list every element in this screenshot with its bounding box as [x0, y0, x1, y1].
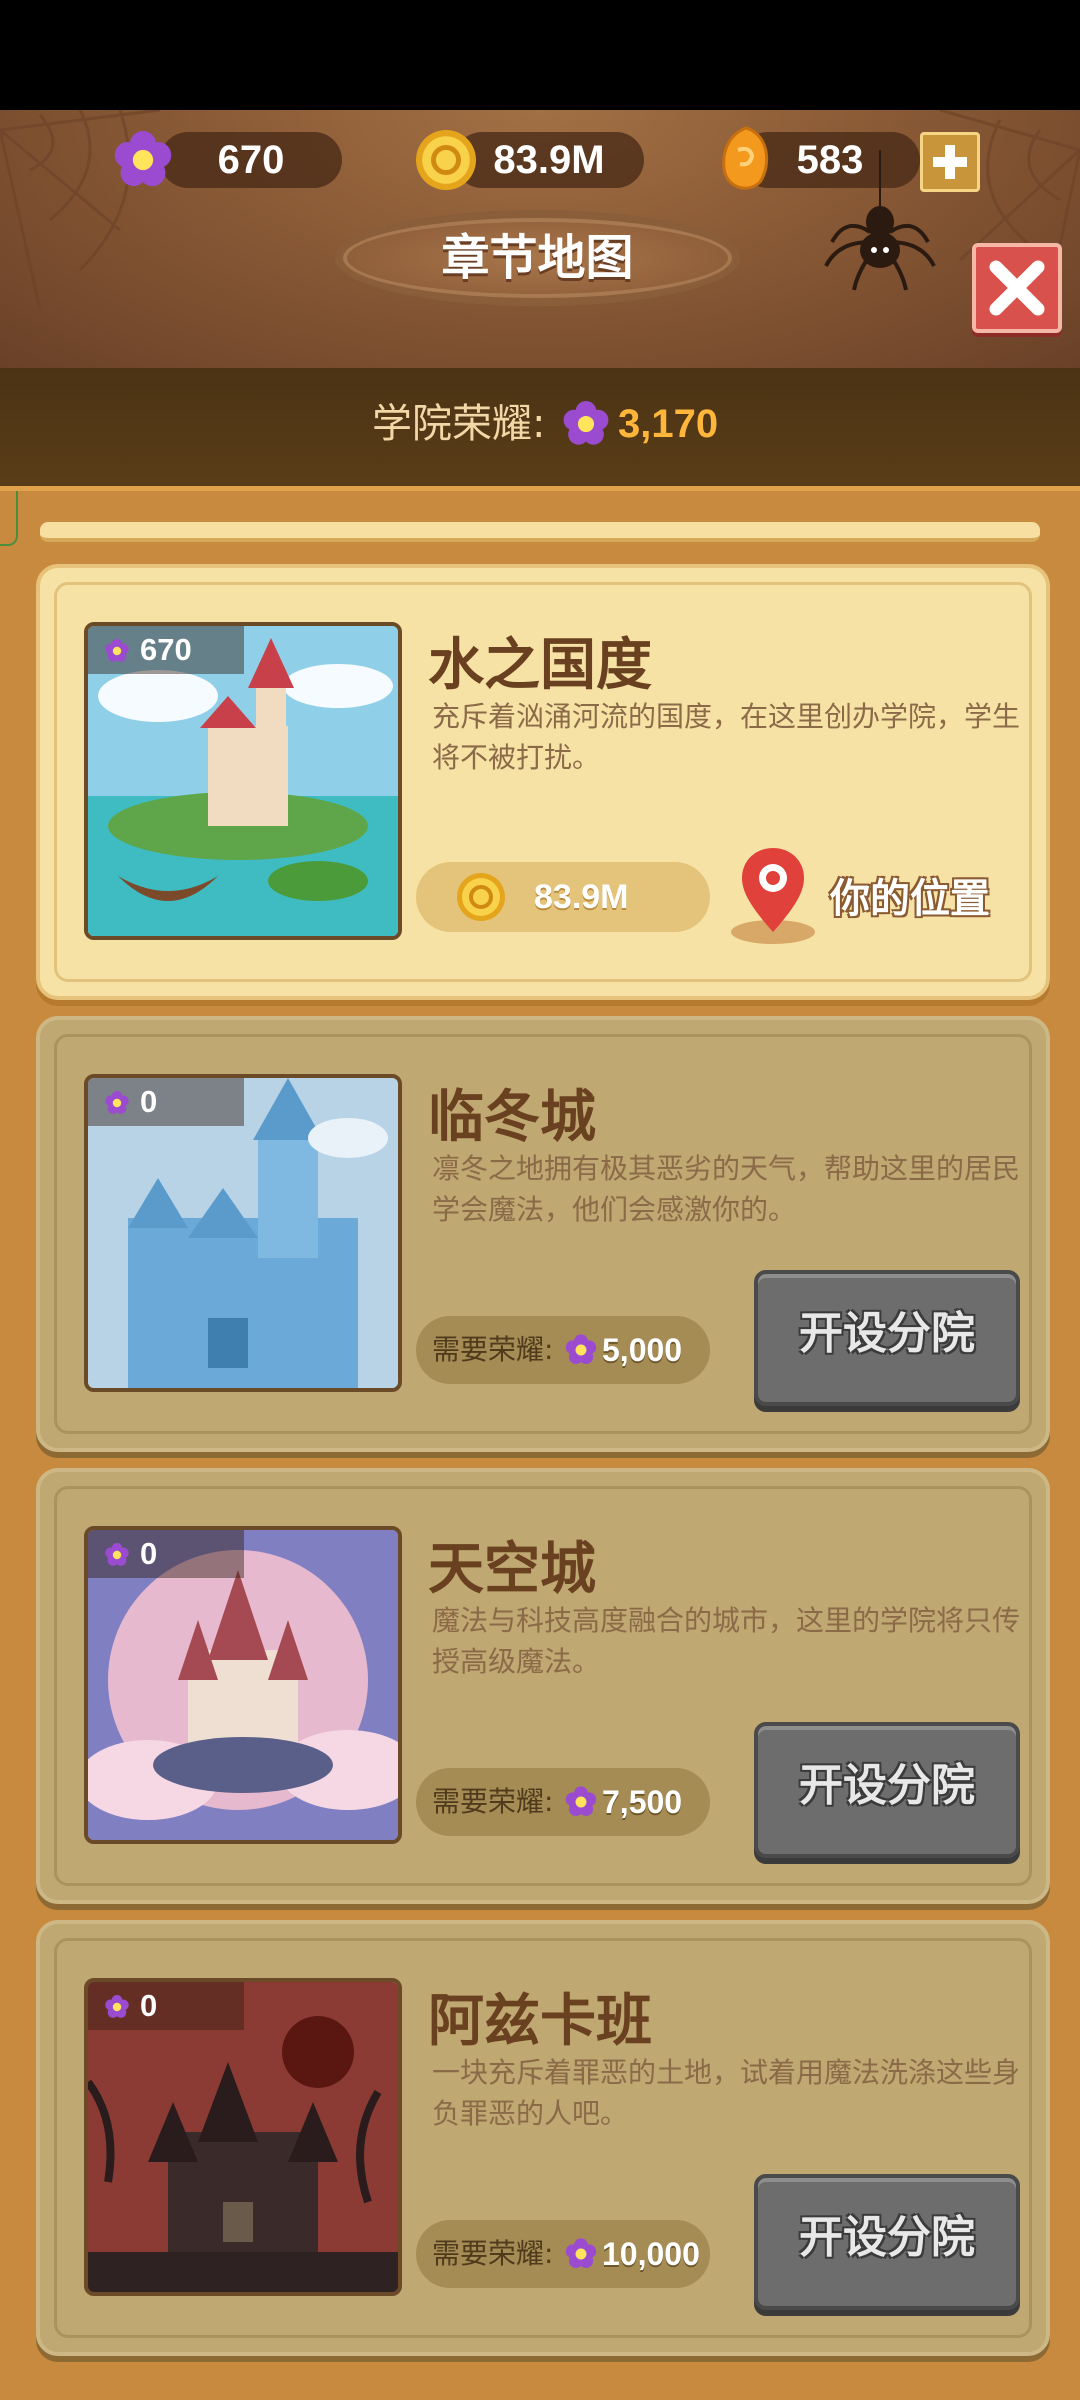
open-branch-label: 开设分院 [799, 1308, 975, 1359]
chapter-description: 一块充斥着罪恶的土地，试着用魔法洗涤这些身负罪恶的人吧。 [432, 2056, 1021, 2130]
shard-icon [722, 126, 769, 190]
chapter-honor-tag: 0 [88, 1982, 244, 2030]
open-branch-label: 开设分院 [799, 2212, 975, 2263]
open-branch-label: 开设分院 [799, 1760, 975, 1811]
coin-icon [456, 872, 506, 922]
chapter-honor-count: 670 [140, 632, 192, 667]
honor-requirement: 需要荣耀: 10,000 [416, 2220, 710, 2288]
honor-requirement: 需要荣耀: 5,000 [416, 1316, 710, 1384]
gem-count: 670 [217, 138, 285, 182]
requirement-label: 需要荣耀: [432, 1333, 554, 1366]
honor-flower-icon [105, 1091, 129, 1114]
honor-flower-icon [565, 1786, 597, 1817]
chapter-card-winterfell[interactable]: 0 临冬城 凛冬之地拥有极其恶劣的天气，帮助这里的居民学会魔法，他们会感激你的。… [36, 1016, 1050, 1452]
chapter-title: 阿兹卡班 [428, 1989, 652, 2054]
chapter-description: 凛冬之地拥有极其恶劣的天气，帮助这里的居民学会魔法，他们会感激你的。 [432, 1152, 1021, 1226]
chapter-image-water: 670 [84, 622, 402, 940]
chapter-image-sky-city: 0 [84, 1526, 402, 1844]
honor-requirement: 需要荣耀: 7,500 [416, 1768, 710, 1836]
chapter-description: 充斥着汹涌河流的国度，在这里创办学院，学生将不被打扰。 [432, 700, 1021, 774]
chapter-honor-count: 0 [140, 1536, 158, 1571]
honor-flower-icon [563, 401, 609, 445]
chapter-card-azkaban[interactable]: 0 阿兹卡班 一块充斥着罪恶的土地，试着用魔法洗涤这些身负罪恶的人吧。 需要荣耀… [36, 1920, 1050, 2356]
gem-flower-icon [114, 131, 172, 187]
chapter-price: 83.9M [416, 862, 710, 932]
chapter-card-sky-city[interactable]: 0 天空城 魔法与科技高度融合的城市，这里的学院将只传授高级魔法。 需要荣耀: … [36, 1468, 1050, 1904]
chapter-honor-tag: 0 [88, 1530, 244, 1578]
location-pin-icon [731, 848, 815, 944]
chapter-honor-tag: 0 [88, 1078, 244, 1126]
honor-flower-icon [565, 1334, 597, 1365]
status-bar [0, 0, 1080, 110]
requirement-label: 需要荣耀: [432, 1785, 554, 1818]
close-button[interactable] [972, 243, 1062, 333]
academy-honor-value: 3,170 [618, 402, 719, 446]
gem-counter: 670 [160, 132, 342, 188]
your-location-label: 你的位置 [830, 876, 990, 922]
chapter-title: 天空城 [428, 1537, 596, 1602]
honor-flower-icon [105, 1543, 129, 1566]
coin-counter: 83.9M [454, 132, 644, 188]
chapter-honor-count: 0 [140, 1084, 158, 1119]
list-top-edge [40, 522, 1040, 542]
requirement-value: 7,500 [602, 1784, 683, 1820]
chapter-image-winterfell: 0 [84, 1074, 402, 1392]
open-branch-button[interactable]: 开设分院 [754, 2174, 1020, 2310]
academy-honor-bar: 学院荣耀: 3,170 [0, 368, 1080, 491]
coin-count: 83.9M [493, 138, 605, 182]
requirement-label: 需要荣耀: [432, 2237, 554, 2270]
honor-flower-icon [565, 2238, 597, 2269]
chapter-title: 临冬城 [428, 1085, 596, 1150]
chapter-honor-tag: 670 [88, 626, 244, 674]
chapter-title: 水之国度 [428, 633, 652, 698]
page-title: 章节地图 [441, 230, 634, 286]
open-branch-button[interactable]: 开设分院 [754, 1722, 1020, 1858]
chapter-price-value: 83.9M [534, 878, 629, 916]
chapter-honor-count: 0 [140, 1988, 158, 2023]
chapter-image-azkaban: 0 [84, 1978, 402, 2296]
close-icon [989, 260, 1045, 316]
coin-icon [414, 128, 478, 192]
academy-honor-label: 学院荣耀: [372, 401, 546, 447]
spider-decoration [824, 150, 936, 291]
header: 670 83.9M 583 章节地图 [0, 110, 1080, 368]
honor-flower-icon [105, 639, 129, 662]
open-branch-button[interactable]: 开设分院 [754, 1270, 1020, 1406]
chapter-card-water[interactable]: 670 水之国度 充斥着汹涌河流的国度，在这里创办学院，学生将不被打扰。 83.… [36, 564, 1050, 1000]
requirement-value: 10,000 [602, 2236, 700, 2272]
chapter-description: 魔法与科技高度融合的城市，这里的学院将只传授高级魔法。 [432, 1604, 1021, 1678]
requirement-value: 5,000 [602, 1332, 683, 1368]
honor-flower-icon [105, 1995, 129, 2018]
